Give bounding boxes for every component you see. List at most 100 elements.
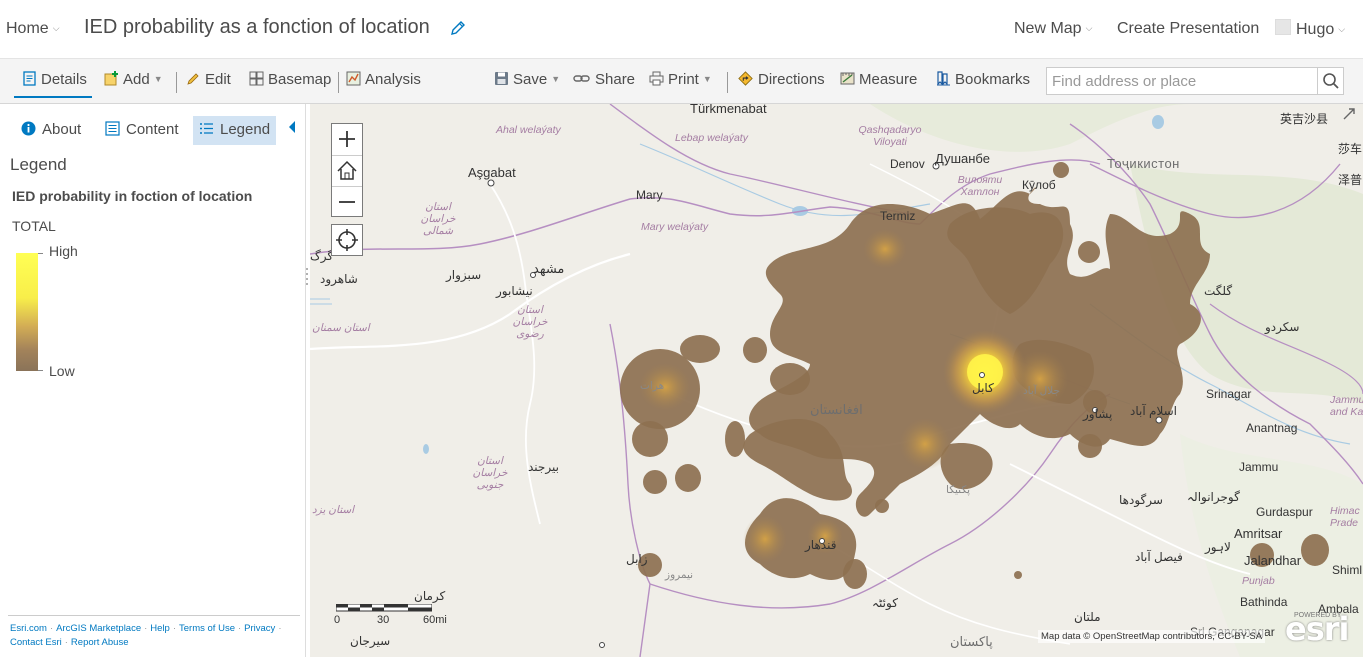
chevron-down-icon: ⌵ (1085, 23, 1093, 33)
footer-link-contact[interactable]: Contact Esri (10, 637, 62, 648)
map-label: سیرجان (350, 634, 391, 648)
map-label: 泽普 (1338, 173, 1363, 187)
share-button[interactable]: Share (573, 71, 635, 88)
map-label: Himac Prade (1330, 505, 1360, 529)
map-label: اسلام آباد (1130, 404, 1177, 418)
map-label: نیمروز (665, 569, 694, 581)
link-icon (573, 75, 590, 82)
toolbar-divider (727, 72, 728, 93)
tab-content[interactable]: Content (99, 116, 185, 145)
basemap-button[interactable]: Basemap (249, 71, 331, 88)
zoom-out-button[interactable] (332, 186, 362, 217)
map-label: Türkmenabat (690, 104, 767, 116)
layer-name: IED probability in foction of location (12, 188, 253, 204)
chevron-down-icon: ▼ (702, 74, 712, 84)
zoom-controls (331, 123, 363, 217)
active-tab-indicator (14, 96, 92, 98)
footer-link-report-abuse[interactable]: Report Abuse (71, 637, 129, 648)
analysis-icon (346, 71, 361, 86)
bookmarks-button[interactable]: Bookmarks (936, 71, 1030, 88)
tab-about-label: About (42, 121, 82, 138)
footer-link-privacy[interactable]: Privacy (244, 623, 275, 634)
map-label: Mary (636, 188, 663, 202)
map-label: Кӯлоб (1022, 178, 1056, 192)
home-menu[interactable]: Home ⌵ (6, 20, 60, 38)
map-label: فیصل آباد (1135, 550, 1183, 564)
basemap-label: Basemap (268, 71, 332, 88)
footer-links: Esri.com · ArcGIS Marketplace · Help · Terms o… (10, 623, 282, 648)
map-view[interactable]: Türkmenabat Ahal welaýaty Lebap welaýaty… (310, 104, 1363, 657)
map-label: استان خراسان شمالی (420, 201, 456, 237)
save-button[interactable]: Save ▼ (494, 71, 560, 88)
tab-legend[interactable]: Legend (193, 116, 277, 145)
analysis-button[interactable]: Analysis (346, 71, 421, 88)
footer-link-help[interactable]: Help (150, 623, 170, 634)
zoom-in-button[interactable] (332, 124, 362, 155)
avatar (1275, 19, 1291, 35)
directions-icon (738, 71, 753, 86)
map-label: Jalandhar (1244, 553, 1302, 568)
footer-link-esri[interactable]: Esri.com (10, 623, 47, 634)
new-map-menu[interactable]: New Map ⌵ (1014, 20, 1092, 38)
map-label: نیشابور (496, 284, 533, 298)
field-name: TOTAL (12, 218, 56, 234)
user-name: Hugo (1296, 21, 1335, 38)
scale-label: 0 (334, 614, 341, 626)
info-icon (21, 121, 36, 136)
measure-icon (840, 72, 855, 85)
map-label: لاہور (1205, 540, 1231, 554)
chevron-down-icon: ▼ (551, 74, 561, 84)
legend-heading: Legend (10, 155, 67, 174)
footer-link-marketplace[interactable]: ArcGIS Marketplace (56, 623, 141, 634)
basemap (310, 104, 1363, 657)
map-label: گلگت (1204, 284, 1233, 298)
map-label: بیرجند (528, 460, 559, 474)
map-label: هرات (640, 380, 665, 392)
save-label: Save (513, 71, 548, 88)
tab-about[interactable]: About (15, 116, 87, 145)
footer-link-terms[interactable]: Terms of Use (179, 623, 235, 634)
map-label: افغانستان (810, 402, 863, 417)
analysis-label: Analysis (365, 71, 421, 88)
pencil-icon[interactable] (450, 20, 466, 36)
expand-icon[interactable] (1341, 106, 1357, 122)
user-menu[interactable]: Hugo ⌵ (1275, 19, 1345, 39)
print-button[interactable]: Print ▼ (649, 71, 712, 88)
map-label: Ahal welaýaty (496, 124, 561, 136)
map-label: Qashqadaryo Viloyati (858, 124, 922, 148)
map-label: Душанбе (935, 151, 990, 166)
map-label: زابل (626, 552, 648, 566)
map-label: سکردو (1265, 320, 1300, 334)
esri-logo[interactable]: esri (1285, 610, 1349, 648)
map-label: گوجرانوالہ (1187, 490, 1240, 504)
bookmark-icon (937, 71, 950, 86)
details-button[interactable]: Details (22, 71, 87, 88)
home-icon (337, 160, 357, 180)
locate-crosshair-icon (336, 229, 358, 251)
ramp-tick-low (38, 370, 43, 371)
map-label: Mary welaýaty (641, 221, 709, 233)
collapse-panel-icon[interactable] (287, 120, 297, 134)
add-button[interactable]: Add ▼ (104, 71, 163, 88)
locate-button[interactable] (331, 224, 363, 256)
map-attribution[interactable]: Map data © OpenStreetMap contributors, C… (1038, 630, 1266, 643)
map-label: Lebap welaýaty (675, 132, 748, 144)
search-input[interactable] (1047, 68, 1319, 94)
home-extent-button[interactable] (332, 155, 362, 186)
search-button[interactable] (1317, 68, 1343, 94)
directions-button[interactable]: Directions (737, 71, 825, 88)
legend-icon (200, 123, 213, 134)
create-presentation-link[interactable]: Create Presentation (1117, 20, 1259, 38)
save-icon (495, 72, 508, 85)
home-label: Home (6, 20, 49, 37)
map-label: مشهد (533, 261, 565, 276)
panel-resize-handle[interactable] (305, 266, 309, 286)
scale-label: 30 (377, 614, 390, 626)
map-label: استان سمنان (312, 322, 370, 334)
map-title: IED probability as a fonction of locatio… (84, 16, 430, 38)
map-label: سرگودھا (1119, 493, 1163, 507)
measure-button[interactable]: Measure (840, 71, 917, 88)
pencil-icon (187, 73, 199, 85)
map-label: Bathinda (1240, 595, 1288, 609)
edit-button[interactable]: Edit (186, 71, 231, 88)
